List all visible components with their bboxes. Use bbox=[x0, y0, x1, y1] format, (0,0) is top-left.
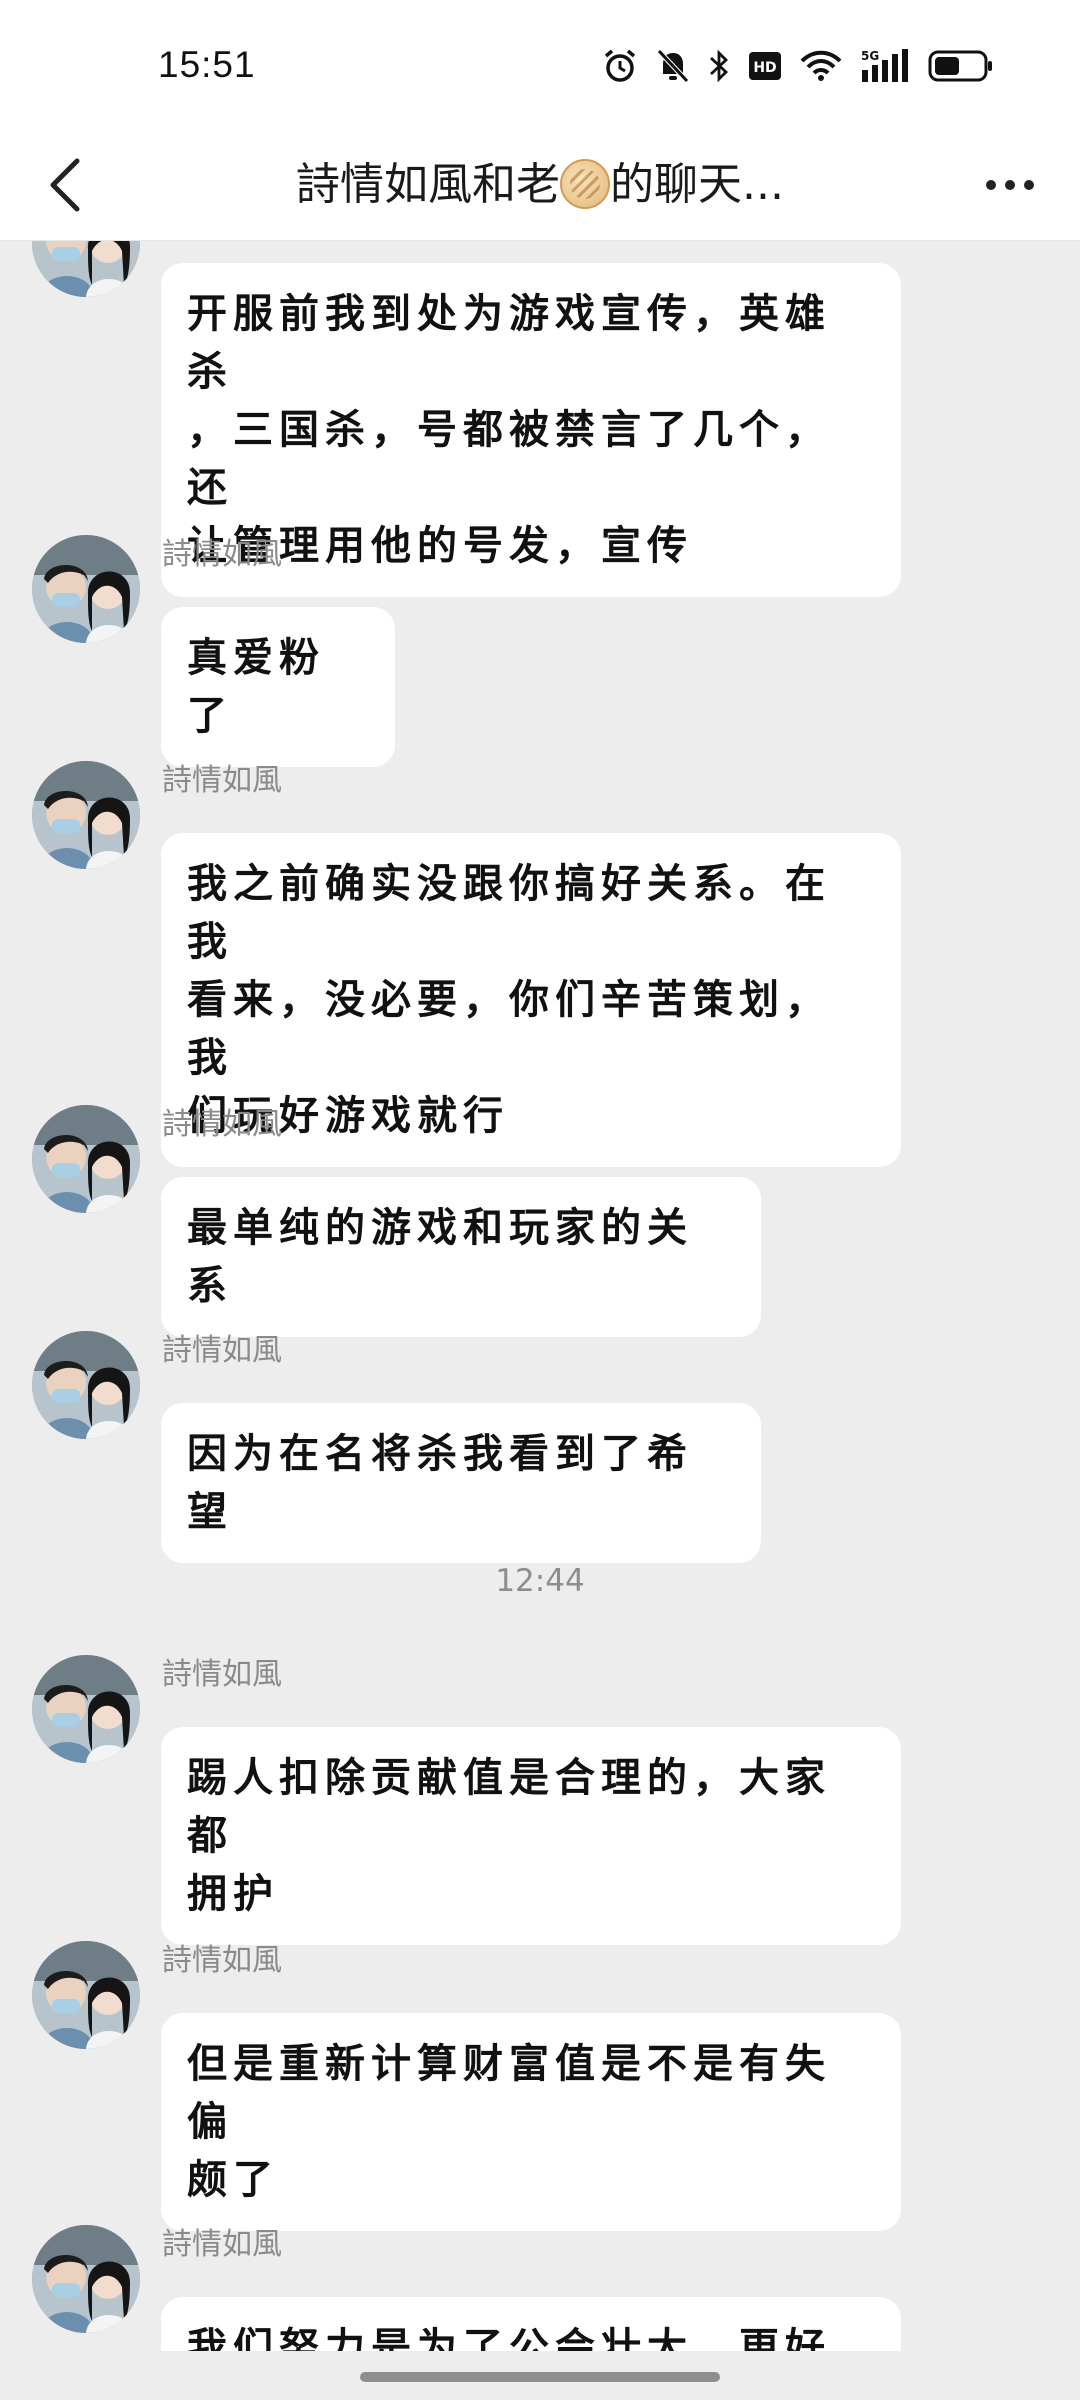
message-line: 们玩好游戏就行 bbox=[187, 1092, 509, 1139]
avatar-photo bbox=[32, 241, 140, 297]
mute-icon bbox=[657, 49, 689, 83]
more-dot bbox=[1024, 180, 1034, 190]
message-line: 开服前我到处为游戏宣传，英雄杀 bbox=[187, 290, 831, 395]
chat-title-suffix: 的聊天... bbox=[610, 159, 784, 210]
avatar-photo bbox=[32, 1941, 140, 2049]
message-line: 但是重新计算财富值是不是有失偏 bbox=[187, 2040, 831, 2145]
avatar[interactable] bbox=[32, 761, 140, 869]
message-bubble[interactable]: 因为在名将杀我看到了希望 bbox=[161, 1403, 761, 1563]
avatar[interactable] bbox=[32, 535, 140, 643]
avatar-photo bbox=[32, 761, 140, 869]
message-line: 我之前确实没跟你搞好关系。在我 bbox=[187, 860, 831, 965]
gesture-bar bbox=[0, 2352, 1080, 2400]
message-line: 拥护 bbox=[187, 1870, 279, 1917]
avatar[interactable] bbox=[32, 2225, 140, 2333]
sender-name: 詩情如風 bbox=[162, 1657, 282, 1692]
chat-title-name: 詩情如風和老 bbox=[296, 159, 561, 210]
status-bar: 15:51 HD 5G bbox=[0, 0, 1080, 130]
back-button[interactable] bbox=[30, 150, 100, 220]
message-line: 最单纯的游戏和玩家的关系 bbox=[187, 1204, 693, 1309]
message-bubble[interactable]: 真爱粉了 bbox=[161, 607, 395, 767]
sender-name: 詩情如風 bbox=[162, 763, 282, 798]
avatar[interactable] bbox=[32, 1941, 140, 2049]
avatar-photo bbox=[32, 2225, 140, 2333]
message-line: 颇了 bbox=[187, 2156, 279, 2203]
status-time: 15:51 bbox=[158, 44, 256, 85]
chat-message-list[interactable]: 开服前我到处为游戏宣传，英雄杀 ，三国杀，号都被禁言了几个，还 让管理用他的号发… bbox=[0, 241, 1080, 2351]
more-dot bbox=[1005, 180, 1015, 190]
avatar[interactable] bbox=[32, 241, 140, 297]
sender-name: 詩情如風 bbox=[162, 1333, 282, 1368]
bluetooth-icon bbox=[710, 49, 729, 83]
avatar-photo bbox=[32, 1105, 140, 1213]
sender-name: 詩情如風 bbox=[162, 1107, 282, 1142]
chat-title: 詩情如風和老 的聊天... bbox=[200, 150, 880, 220]
svg-text:HD: HD bbox=[753, 60, 776, 76]
wifi-icon bbox=[800, 50, 842, 81]
message-line: 我们努力是为了公会壮大，更好的 bbox=[187, 2324, 831, 2351]
svg-text:5G: 5G bbox=[861, 49, 879, 63]
alarm-icon bbox=[604, 49, 636, 82]
sender-name: 詩情如風 bbox=[162, 2227, 282, 2262]
message-line: 真爱粉了 bbox=[187, 634, 325, 739]
avatar-photo bbox=[32, 1331, 140, 1439]
message-bubble[interactable]: 最单纯的游戏和玩家的关系 bbox=[161, 1177, 761, 1337]
avatar[interactable] bbox=[32, 1105, 140, 1213]
message-line: 看来，没必要，你们辛苦策划，我 bbox=[187, 976, 831, 1081]
message-bubble[interactable]: 我们努力是为了公会壮大，更好的 bbox=[161, 2297, 901, 2351]
emoji-avatar-icon bbox=[560, 159, 611, 209]
message-line: 踢人扣除贡献值是合理的，大家都 bbox=[187, 1754, 831, 1859]
message-bubble[interactable]: 但是重新计算财富值是不是有失偏 颇了 bbox=[161, 2013, 901, 2231]
avatar[interactable] bbox=[32, 1331, 140, 1439]
hd-icon: HD bbox=[749, 52, 781, 80]
message-line: 因为在名将杀我看到了希望 bbox=[187, 1430, 693, 1535]
sender-name: 詩情如風 bbox=[162, 537, 282, 572]
chevron-left-icon bbox=[50, 158, 80, 212]
message-bubble[interactable]: 踢人扣除贡献值是合理的，大家都 拥护 bbox=[161, 1727, 901, 1945]
avatar-photo bbox=[32, 1655, 140, 1763]
avatar-photo bbox=[32, 535, 140, 643]
message-line: ，三国杀，号都被禁言了几个，还 bbox=[187, 406, 831, 511]
chat-header: 詩情如風和老 的聊天... bbox=[0, 130, 1080, 241]
message-line: 让管理用他的号发，宣传 bbox=[187, 522, 693, 569]
sender-name: 詩情如風 bbox=[162, 1943, 282, 1978]
time-divider: 12:44 bbox=[495, 1563, 585, 1599]
more-dot bbox=[986, 180, 996, 190]
avatar[interactable] bbox=[32, 1655, 140, 1763]
5g-signal-icon: 5G bbox=[861, 49, 908, 82]
home-indicator[interactable] bbox=[360, 2372, 720, 2382]
battery-icon bbox=[928, 50, 992, 82]
status-icons: HD 5G bbox=[602, 46, 994, 86]
more-button[interactable] bbox=[970, 150, 1050, 220]
